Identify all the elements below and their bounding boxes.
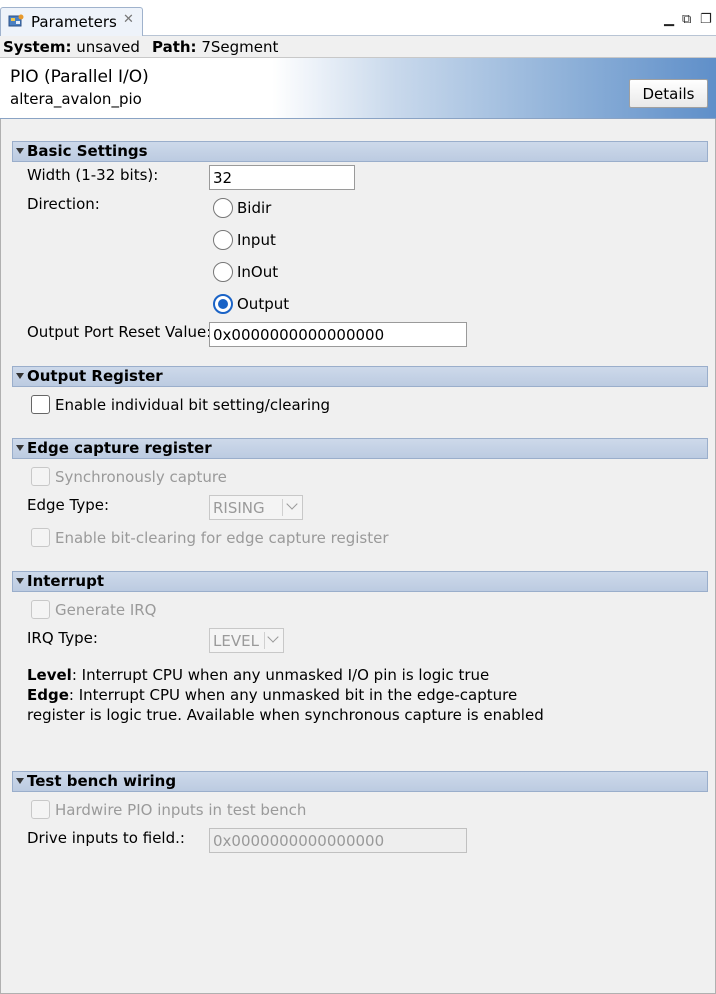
section-test-bench[interactable]: Test bench wiring — [12, 771, 708, 792]
bit-setting-label: Enable individual bit setting/clearing — [55, 396, 331, 414]
edge-type-label: Edge Type: — [27, 496, 110, 514]
triangle-down-icon — [16, 578, 24, 584]
path-info: Path: 7Segment — [152, 38, 278, 56]
drive-inputs-label: Drive inputs to field.: — [27, 829, 185, 847]
level-description: Level: Interrupt CPU when any unmasked I… — [27, 665, 544, 685]
hardwire-checkbox[interactable] — [31, 800, 50, 819]
direction-option-label: Bidir — [237, 199, 272, 217]
chevron-down-icon — [286, 498, 298, 510]
section-title: Test bench wiring — [27, 772, 177, 790]
width-label: Width (1-32 bits): — [27, 166, 159, 184]
edge-description: Edge: Interrupt CPU when any unmasked bi… — [27, 685, 544, 705]
direction-radio-output[interactable] — [213, 294, 233, 314]
bit-clearing-checkbox[interactable] — [31, 528, 50, 547]
section-title: Output Register — [27, 367, 163, 385]
system-info: System: unsaved — [3, 38, 140, 56]
parameters-panel: Basic Settings Width (1-32 bits): Direct… — [0, 119, 716, 994]
view-tab-bar: Parameters ✕ ▁ ⧉ ❐ — [0, 0, 716, 36]
section-title: Interrupt — [27, 572, 104, 590]
select-divider — [264, 632, 265, 649]
system-value: unsaved — [76, 38, 140, 56]
tab-parameters[interactable]: Parameters ✕ — [0, 7, 143, 36]
close-tab-icon[interactable]: ✕ — [123, 12, 134, 27]
section-output-register[interactable]: Output Register — [12, 366, 708, 387]
bit-clearing-label: Enable bit-clearing for edge capture reg… — [55, 529, 389, 547]
section-title: Edge capture register — [27, 439, 212, 457]
chevron-down-icon — [267, 631, 279, 643]
irq-description: Level: Interrupt CPU when any unmasked I… — [27, 665, 544, 725]
irq-type-select[interactable]: LEVEL — [209, 628, 284, 653]
system-label: System: — [3, 38, 72, 56]
triangle-down-icon — [16, 445, 24, 451]
drive-inputs-field[interactable] — [209, 828, 467, 853]
select-divider — [282, 499, 283, 516]
maximize-icon[interactable]: ⧉ — [682, 12, 691, 27]
direction-radio-input[interactable] — [213, 230, 233, 250]
reset-value-label: Output Port Reset Value: — [27, 323, 212, 341]
edge-text: : Interrupt CPU when any unmasked bit in… — [68, 686, 518, 704]
section-edge-capture[interactable]: Edge capture register — [12, 438, 708, 459]
component-subtitle: altera_avalon_pio — [10, 90, 142, 108]
section-title: Basic Settings — [27, 142, 148, 160]
component-title: PIO (Parallel I/O) — [10, 67, 149, 87]
minimize-icon[interactable]: ▁ — [664, 12, 674, 27]
triangle-down-icon — [16, 373, 24, 379]
edge-type-select[interactable]: RISING — [209, 495, 303, 520]
tab-label: Parameters — [31, 13, 117, 31]
direction-option-label: InOut — [237, 263, 279, 281]
sync-capture-checkbox[interactable] — [31, 467, 50, 486]
parameters-icon — [8, 14, 24, 28]
section-interrupt[interactable]: Interrupt — [12, 571, 708, 592]
edge-term: Edge — [27, 686, 69, 704]
direction-radio-inout[interactable] — [213, 262, 233, 282]
details-button[interactable]: Details — [629, 79, 708, 108]
bit-setting-checkbox[interactable] — [31, 395, 50, 414]
irq-type-value: LEVEL — [213, 632, 259, 650]
path-value: 7Segment — [201, 38, 279, 56]
level-term: Level — [27, 666, 72, 684]
generate-irq-label: Generate IRQ — [55, 601, 157, 619]
edge-description-cont: register is logic true. Available when s… — [27, 706, 544, 724]
irq-type-label: IRQ Type: — [27, 629, 98, 647]
component-banner: PIO (Parallel I/O) altera_avalon_pio Det… — [0, 58, 716, 119]
system-path-bar: System: unsaved Path: 7Segment — [0, 36, 716, 58]
triangle-down-icon — [16, 778, 24, 784]
direction-label: Direction: — [27, 195, 100, 213]
section-basic-settings[interactable]: Basic Settings — [12, 141, 708, 162]
width-input[interactable] — [209, 165, 355, 190]
hardwire-label: Hardwire PIO inputs in test bench — [55, 801, 307, 819]
path-label: Path: — [152, 38, 197, 56]
direction-radio-bidir[interactable] — [213, 198, 233, 218]
reset-value-input[interactable] — [209, 322, 467, 347]
level-text: : Interrupt CPU when any unmasked I/O pi… — [71, 666, 490, 684]
triangle-down-icon — [16, 148, 24, 154]
edge-type-value: RISING — [213, 499, 265, 517]
restore-icon[interactable]: ❐ — [700, 12, 712, 27]
direction-option-label: Input — [237, 231, 276, 249]
generate-irq-checkbox[interactable] — [31, 600, 50, 619]
direction-option-label: Output — [237, 295, 290, 313]
sync-capture-label: Synchronously capture — [55, 468, 227, 486]
